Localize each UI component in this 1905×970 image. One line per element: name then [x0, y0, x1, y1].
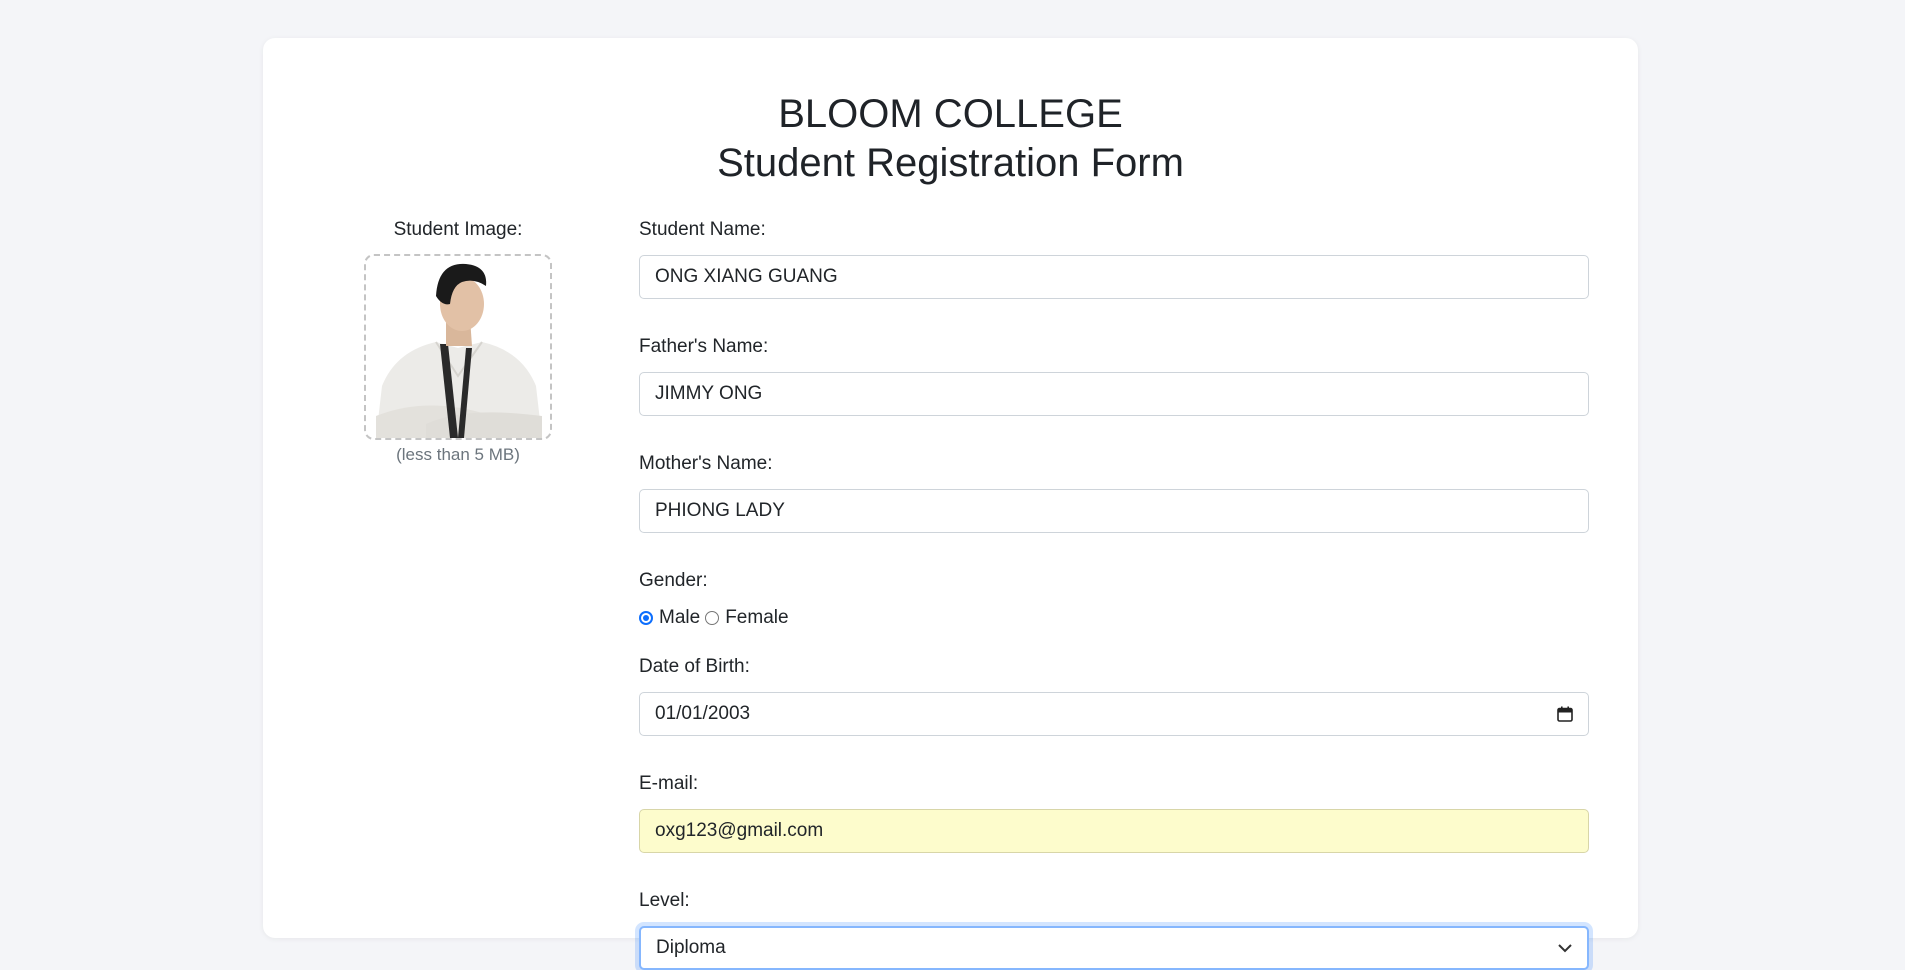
mother-name-label: Mother's Name: [639, 453, 773, 474]
registration-form: Student Name: ONG XIANG GUANG Father's N… [639, 218, 1589, 970]
student-name-value: ONG XIANG GUANG [655, 266, 838, 287]
gender-male-radio[interactable] [639, 611, 653, 625]
page-title: BLOOM COLLEGE Student Registration Form [263, 90, 1638, 188]
gender-radio-group: Male Female [639, 607, 1589, 629]
father-name-label: Father's Name: [639, 336, 769, 357]
mother-name-input[interactable]: PHIONG LADY [639, 489, 1589, 533]
dob-label: Date of Birth: [639, 656, 750, 677]
dob-input[interactable]: 01/01/2003 [639, 692, 1589, 736]
student-photo [376, 263, 542, 438]
level-value: Diploma [656, 937, 726, 958]
registration-card: BLOOM COLLEGE Student Registration Form … [263, 38, 1638, 970]
mother-name-value: PHIONG LADY [655, 500, 785, 521]
gender-male-label[interactable]: Male [659, 607, 700, 629]
chevron-down-icon[interactable] [1558, 940, 1572, 956]
image-size-note: (less than 5 MB) [396, 445, 520, 464]
student-image-section: Student Image: (less than 5 MB) [363, 218, 553, 465]
college-name: BLOOM COLLEGE [778, 92, 1123, 136]
email-input[interactable]: oxg123@gmail.com [639, 809, 1589, 853]
form-title: Student Registration Form [717, 141, 1184, 185]
student-image-upload[interactable] [364, 254, 552, 440]
email-value: oxg123@gmail.com [655, 820, 824, 841]
gender-female-radio[interactable] [705, 611, 720, 625]
student-image-label: Student Image: [393, 219, 523, 240]
level-select[interactable]: Diploma [639, 926, 1589, 970]
dob-value: 01/01/2003 [655, 703, 751, 724]
gender-female-label[interactable]: Female [725, 607, 788, 629]
level-label: Level: [639, 890, 690, 911]
father-name-value: JIMMY ONG [655, 383, 763, 404]
student-name-label: Student Name: [639, 219, 766, 240]
email-label: E-mail: [639, 773, 699, 794]
student-name-input[interactable]: ONG XIANG GUANG [639, 255, 1589, 299]
calendar-icon[interactable] [1557, 706, 1573, 722]
gender-label: Gender: [639, 570, 708, 591]
father-name-input[interactable]: JIMMY ONG [639, 372, 1589, 416]
